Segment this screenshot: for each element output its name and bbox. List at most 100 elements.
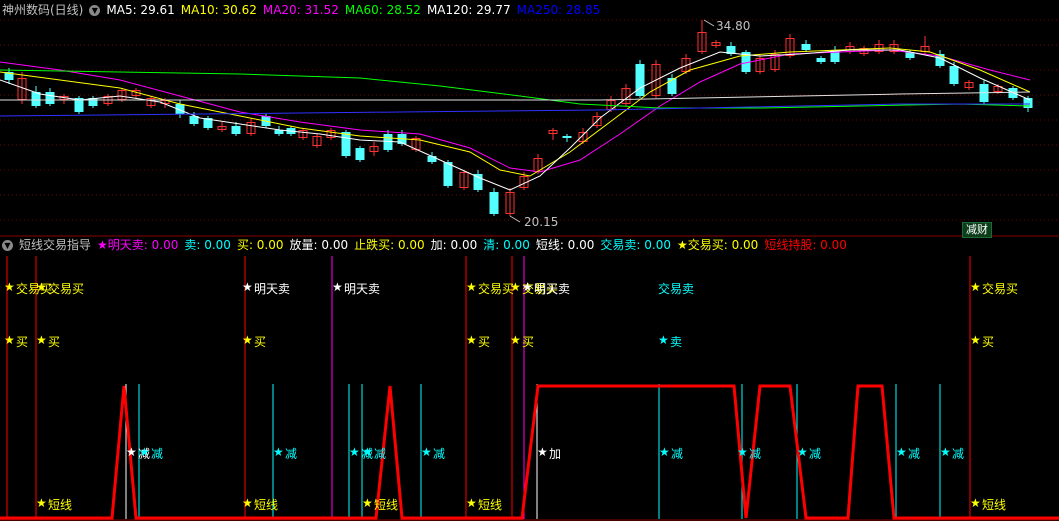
ma10-line [0, 47, 1031, 177]
indicator-value: 加: 0.00 [430, 238, 478, 252]
indicator-value: 交易卖: 0.00 [600, 238, 671, 252]
candle-body [341, 132, 351, 156]
star-icon: ★ [242, 496, 253, 510]
stock-name: 神州数码(日线) [2, 3, 84, 17]
signal-label: 减 [908, 447, 921, 461]
candle-body [45, 92, 55, 104]
candle-body [949, 66, 959, 84]
signal-label: 明天卖 [534, 282, 571, 296]
chevron-down-icon[interactable]: ▼ [89, 5, 101, 16]
indicator-legend: ★明天卖: 0.00 卖: 0.00 买: 0.00 放量: 0.00 止跌买: 0.0… [97, 238, 853, 252]
signal-label: 明天卖 [254, 282, 291, 296]
star-icon: ★ [466, 333, 477, 347]
ma-legend-item: MA5: 29.61 [106, 3, 175, 17]
candle-body [816, 58, 826, 62]
signal-label: 短线 [478, 498, 503, 512]
indicator-value: ★明天卖: 0.00 [97, 238, 179, 252]
indicator-name: 短线交易指导 [19, 238, 92, 252]
ma-legend-item: MA60: 28.52 [344, 3, 421, 17]
signal-label: 买 [982, 335, 995, 349]
candle-body [443, 162, 453, 186]
ma-legend-item: MA120: 29.77 [426, 3, 511, 17]
signal-label: 交易买 [48, 282, 85, 296]
star-icon: ★ [362, 496, 373, 510]
star-icon: ★ [36, 280, 47, 294]
star-icon: ★ [36, 496, 47, 510]
signal-label: 买 [16, 335, 29, 349]
signal-label: 交易买 [478, 282, 515, 296]
main-chart-header: 神州数码(日线) ▼ MA5: 29.61 MA10: 30.62 MA20: 31.5… [2, 1, 612, 19]
signal-label: 减 [952, 447, 965, 461]
low-price-label: 20.15 [524, 215, 559, 229]
signal-label: 明天卖 [344, 282, 381, 296]
signal-label: 减 [671, 447, 684, 461]
signal-label: 交易买 [982, 282, 1019, 296]
star-icon: ★ [242, 280, 253, 294]
chart-stage[interactable]: 神州数码(日线) ▼ MA5: 29.61 MA10: 30.62 MA20: 31.5… [0, 0, 1059, 521]
ma-legend: MA5: 29.61 MA10: 30.62 MA20: 31.52 MA60: 28… [106, 3, 606, 17]
signal-label: 减 [809, 447, 822, 461]
signal-label: 短线 [982, 498, 1007, 512]
indicator-value: 止跌买: 0.00 [354, 238, 425, 252]
star-icon: ★ [466, 280, 477, 294]
star-icon: ★ [797, 445, 808, 459]
star-icon: ★ [537, 445, 548, 459]
star-icon: ★ [36, 333, 47, 347]
star-icon: ★ [126, 445, 137, 459]
star-icon: ★ [139, 445, 150, 459]
candle-body [355, 148, 365, 160]
star-icon: ★ [349, 445, 360, 459]
finance-badge[interactable]: 减财 [962, 222, 992, 238]
signal-label: 加 [549, 447, 562, 461]
star-icon: ★ [970, 496, 981, 510]
star-icon: ★ [362, 445, 373, 459]
signal-label: 减 [151, 447, 164, 461]
indicator-value: 卖: 0.00 [184, 238, 231, 252]
chevron-down-icon[interactable]: ▼ [2, 240, 13, 251]
star-icon: ★ [4, 333, 15, 347]
candle-body [231, 126, 241, 134]
star-icon: ★ [510, 333, 521, 347]
candlestick-chart[interactable] [0, 0, 1059, 521]
star-icon: ★ [522, 280, 533, 294]
high-price-label: 34.80 [716, 19, 751, 33]
signal-label: 减 [433, 447, 446, 461]
ma-legend-item: MA10: 30.62 [180, 3, 257, 17]
candle-body [489, 192, 499, 214]
star-icon: ★ [658, 333, 669, 347]
candle-body [473, 174, 483, 190]
star-icon: ★ [273, 445, 284, 459]
star-icon: ★ [940, 445, 951, 459]
signal-label: 短线 [374, 498, 399, 512]
high-marker-line [703, 19, 715, 27]
signal-label: 交易卖 [658, 282, 695, 296]
indicator-value: 短线持股: 0.00 [764, 238, 847, 252]
ma-legend-item: MA250: 28.85 [516, 3, 601, 17]
indicator-value: ★交易买: 0.00 [676, 238, 759, 252]
indicator-value: 清: 0.00 [483, 238, 530, 252]
signal-label: 买 [254, 335, 267, 349]
indicator-header: ▼ 短线交易指导 ★明天卖: 0.00 卖: 0.00 买: 0.00 放量: 0.00 止… [2, 236, 859, 254]
signal-label: 短线 [48, 498, 73, 512]
star-icon: ★ [970, 280, 981, 294]
star-icon: ★ [332, 280, 343, 294]
signal-label: 减 [285, 447, 298, 461]
signal-label: 减 [374, 447, 387, 461]
indicator-value: 买: 0.00 [236, 238, 284, 252]
candle-body [562, 136, 572, 138]
signal-label: 减 [749, 447, 762, 461]
star-icon: ★ [4, 280, 15, 294]
star-icon: ★ [970, 333, 981, 347]
indicator-value: 短线: 0.00 [535, 238, 595, 252]
signal-label: 卖 [670, 335, 683, 349]
star-icon: ★ [510, 280, 521, 294]
signal-label: 买 [522, 335, 535, 349]
ma-legend-item: MA20: 31.52 [262, 3, 339, 17]
star-icon: ★ [421, 445, 432, 459]
signal-label: 买 [48, 335, 61, 349]
star-icon: ★ [896, 445, 907, 459]
star-icon: ★ [466, 496, 477, 510]
indicator-value: 放量: 0.00 [289, 238, 349, 252]
star-icon: ★ [659, 445, 670, 459]
star-icon: ★ [737, 445, 748, 459]
